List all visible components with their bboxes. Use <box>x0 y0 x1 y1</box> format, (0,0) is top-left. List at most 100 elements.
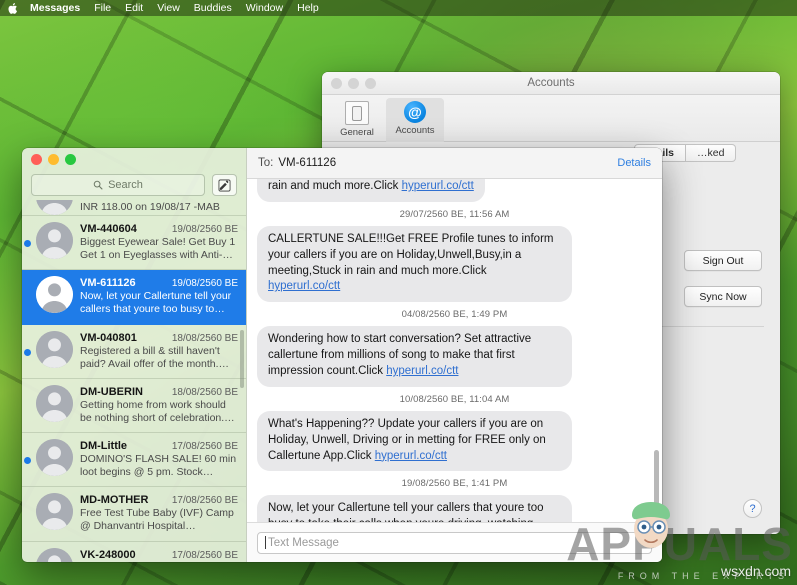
general-prefs-icon <box>345 101 369 125</box>
message-link[interactable]: hyperurl.co/ctt <box>386 365 458 377</box>
conversations-sidebar: Search INR 118.00 on 19/08/17 -MAB VM-44… <box>22 148 247 562</box>
message-thread[interactable]: rain and much more.Click hyperurl.co/ctt… <box>247 179 662 522</box>
list-item-date: 17/08/2560 BE <box>171 549 238 561</box>
compose-new-message-button[interactable] <box>212 174 237 196</box>
toolbar-tab-accounts[interactable]: @ Accounts <box>386 98 444 145</box>
toolbar-tab-general[interactable]: General <box>328 98 386 138</box>
list-item-name: DM-Little <box>80 440 128 452</box>
list-item-name: VM-611126 <box>80 277 136 290</box>
list-item-preview: DOMINO'S FLASH SALE! 60 min loot begins … <box>80 453 237 479</box>
menu-item-edit[interactable]: Edit <box>125 2 143 14</box>
list-item[interactable]: MD-MOTHER 17/08/2560 BE Free Test Tube B… <box>22 487 246 542</box>
menu-item-messages[interactable]: Messages <box>30 2 80 14</box>
timestamp: 10/08/2560 BE, 11:04 AM <box>399 393 510 405</box>
person-placeholder-icon <box>36 547 73 562</box>
list-item-preview: Registered a bill & still haven't paid? … <box>80 344 220 370</box>
message-text: Now, let your Callertune tell your calle… <box>268 502 544 522</box>
avatar <box>36 547 73 562</box>
list-item[interactable]: DM-Little 17/08/2560 BE DOMINO'S FLASH S… <box>22 433 246 488</box>
toolbar-tab-accounts-label: Accounts <box>395 125 435 136</box>
messages-zoom-button[interactable] <box>65 153 76 165</box>
person-placeholder-icon <box>36 276 73 314</box>
sync-now-button[interactable]: Sync Now <box>684 286 762 307</box>
message-row: Wondering how to start conversation? Set… <box>257 326 652 387</box>
list-item[interactable]: VM-440604 19/08/2560 BE Biggest Eyewear … <box>22 216 246 271</box>
list-item-name: VM-040801 <box>80 331 137 344</box>
list-item-date: 18/08/2560 BE <box>171 332 238 344</box>
timestamp: 29/07/2560 BE, 11:56 AM <box>399 208 510 220</box>
messages-title-bar <box>22 148 246 170</box>
list-item-preview: Biggest Eyewear Sale! Get Buy 1 Get 1 on… <box>80 236 236 262</box>
search-icon <box>93 180 103 190</box>
person-placeholder-icon <box>36 200 73 215</box>
conversation-header: To: VM-611126 Details <box>247 148 662 179</box>
message-link[interactable]: hyperurl.co/ctt <box>375 450 447 462</box>
details-button[interactable]: Details <box>617 157 651 169</box>
avatar <box>36 330 73 368</box>
list-item-date: 19/08/2560 BE <box>171 278 238 290</box>
compose-pencil-icon <box>218 179 231 191</box>
message-row: rain and much more.Click hyperurl.co/ctt <box>257 179 652 202</box>
menu-item-buddies[interactable]: Buddies <box>194 2 232 14</box>
sidebar-scrollbar[interactable] <box>240 330 244 388</box>
message-bubble[interactable]: CALLERTUNE SALE!!!Get FREE Profile tunes… <box>257 225 572 303</box>
timestamp: 19/08/2560 BE, 1:41 PM <box>401 478 508 490</box>
message-text: rain and much more.Click <box>268 180 402 192</box>
message-bubble[interactable]: rain and much more.Click hyperurl.co/ctt <box>257 179 485 202</box>
list-item[interactable]: VM-040801 18/08/2560 BE Registered a bil… <box>22 325 246 379</box>
to-recipient[interactable]: VM-611126 <box>278 157 336 169</box>
menu-bar: Messages File Edit View Buddies Window H… <box>0 0 797 16</box>
messages-minimize-button[interactable] <box>48 153 59 165</box>
compose-bar: Text Message <box>247 522 662 562</box>
help-button[interactable]: ? <box>743 499 762 518</box>
message-row: CALLERTUNE SALE!!!Get FREE Profile tunes… <box>257 225 652 303</box>
timestamp: 04/08/2560 BE, 1:49 PM <box>401 309 508 321</box>
sidebar-search-row: Search <box>22 170 246 200</box>
menu-item-view[interactable]: View <box>157 2 180 14</box>
list-item-preview: INR 118.00 on 19/08/17 -MAB SB… <box>80 201 220 215</box>
menu-item-file[interactable]: File <box>94 2 111 14</box>
list-item-name: VM-440604 <box>80 223 137 235</box>
list-item[interactable]: VM-611126 19/08/2560 BE Now, let your Ca… <box>22 270 246 325</box>
list-item[interactable]: INR 118.00 on 19/08/17 -MAB SB… <box>22 200 246 216</box>
message-bubble[interactable]: What's Happening?? Update your callers i… <box>257 410 572 472</box>
message-link[interactable]: hyperurl.co/ctt <box>402 180 474 192</box>
message-bubble[interactable]: Wondering how to start conversation? Set… <box>257 326 572 387</box>
desktop-screen: Messages File Edit View Buddies Window H… <box>0 0 797 585</box>
message-row: What's Happening?? Update your callers i… <box>257 410 652 472</box>
list-item-preview: Free Test Tube Baby (IVF) Camp @ Dhanvan… <box>80 507 234 533</box>
messages-close-button[interactable] <box>31 153 42 165</box>
list-item-name: DM-UBERIN <box>80 385 143 398</box>
list-item-date: 18/08/2560 BE <box>171 386 238 398</box>
list-item-preview: Offer ending in 3 Days!Get Hyundai Creta… <box>80 562 238 563</box>
message-bubble[interactable]: Now, let your Callertune tell your calle… <box>257 495 572 522</box>
messages-window: Search INR 118.00 on 19/08/17 -MAB VM-44… <box>22 148 662 562</box>
toolbar-tab-general-label: General <box>340 127 374 138</box>
apple-logo-icon[interactable] <box>8 2 19 15</box>
avatar <box>36 493 73 531</box>
search-placeholder: Search <box>108 179 143 191</box>
list-item[interactable]: DM-UBERIN 18/08/2560 BE Getting home fro… <box>22 379 246 433</box>
menu-item-window[interactable]: Window <box>246 2 283 14</box>
message-text: CALLERTUNE SALE!!!Get FREE Profile tunes… <box>268 232 554 277</box>
message-link[interactable]: hyperurl.co/ctt <box>268 280 340 292</box>
tab-blocked[interactable]: …ked <box>686 144 737 162</box>
unread-indicator <box>24 348 31 356</box>
thread-scrollbar[interactable] <box>654 450 659 518</box>
list-item-preview: Getting home from work should be nothing… <box>80 398 235 424</box>
prefs-title-bar: Accounts <box>322 72 780 95</box>
sign-out-button[interactable]: Sign Out <box>684 250 762 271</box>
list-item-preview: Now, let your Callertune tell your calle… <box>80 290 232 316</box>
to-label: To: <box>258 157 274 169</box>
messages-traffic-lights <box>31 153 76 165</box>
unread-indicator <box>24 457 31 464</box>
avatar <box>36 439 73 476</box>
search-input[interactable]: Search <box>31 174 205 196</box>
person-placeholder-icon <box>36 222 73 259</box>
list-item[interactable]: VK-248000 17/08/2560 BE Offer ending in … <box>22 542 246 563</box>
list-item-date: 17/08/2560 BE <box>171 441 238 452</box>
conversation-list[interactable]: INR 118.00 on 19/08/17 -MAB SB… <box>22 200 246 562</box>
person-placeholder-icon <box>36 384 73 422</box>
menu-item-help[interactable]: Help <box>297 2 319 14</box>
message-input[interactable]: Text Message <box>257 531 652 554</box>
